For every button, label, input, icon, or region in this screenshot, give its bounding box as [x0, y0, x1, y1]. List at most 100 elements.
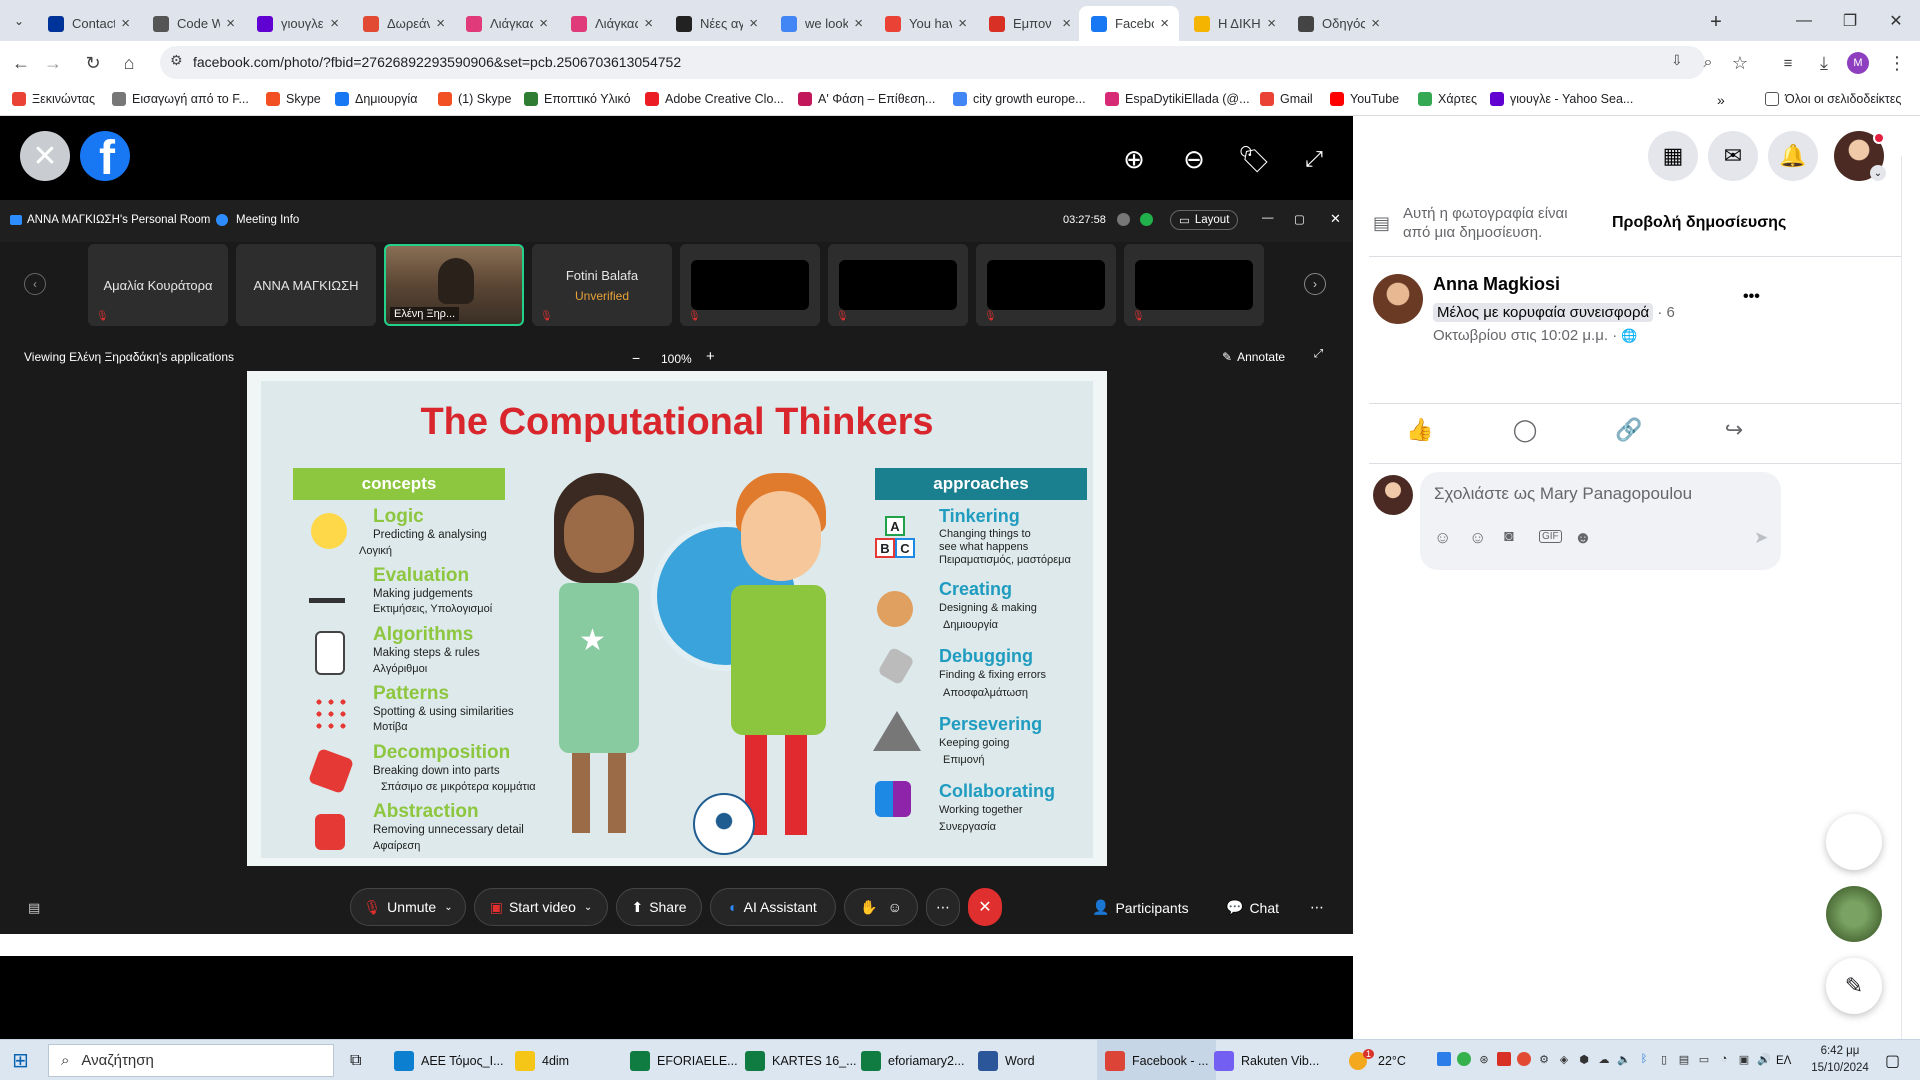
bookmark-item[interactable]: Εισαγωγή από το F...	[112, 92, 249, 106]
unmute-button[interactable]: 🎙 Unmute ⌄	[350, 888, 466, 926]
tab-close-icon[interactable]: ×	[121, 15, 130, 32]
tab-close-icon[interactable]: ×	[1160, 15, 1169, 32]
taskbar-app[interactable]: KARTES 16_...	[745, 1040, 857, 1080]
menu-grid-icon[interactable]: ▦	[1648, 131, 1698, 181]
browser-tab[interactable]: Εμπον ×	[977, 6, 1081, 41]
tab-search-button[interactable]: ⌄	[8, 10, 30, 32]
bookmark-item[interactable]: Α' Φάση – Επίθεση...	[798, 92, 935, 106]
url-text[interactable]: facebook.com/photo/?fbid=276268922935909…	[193, 54, 681, 70]
bookmark-item[interactable]: Adobe Creative Clo...	[645, 92, 784, 106]
zoom-in-share[interactable]: +	[706, 348, 715, 365]
annotate-button[interactable]: ✎ Annotate	[1222, 350, 1285, 364]
tray-icon[interactable]: ◈	[1557, 1052, 1571, 1066]
site-info-icon[interactable]: ⚙	[170, 52, 183, 69]
more-options-icon[interactable]: •••	[1743, 288, 1760, 306]
language-indicator[interactable]: ΕΛ	[1776, 1040, 1791, 1080]
bookmark-item[interactable]: Ξεκινώντας	[12, 92, 95, 106]
wifi-icon[interactable]: ◔	[1717, 1052, 1731, 1066]
zoom-minimize[interactable]: —	[1262, 212, 1274, 224]
bookmark-item[interactable]: (1) Skype	[438, 92, 512, 106]
browser-tab[interactable]: Λιάγκας: ×	[559, 6, 663, 41]
bookmark-item[interactable]: γιουγλε - Yahoo Sea...	[1490, 92, 1633, 106]
chat-panel-icon[interactable]: ▤	[28, 900, 40, 916]
tab-close-icon[interactable]: ×	[1267, 15, 1276, 32]
install-app-icon[interactable]: ⇩	[1671, 52, 1683, 69]
taskbar-app[interactable]: EFORIAELE...	[630, 1040, 738, 1080]
author-avatar[interactable]	[1373, 274, 1423, 324]
taskbar-app[interactable]: Rakuten Vib...	[1214, 1040, 1319, 1080]
bookmark-item[interactable]: city growth europe...	[953, 92, 1086, 106]
participant-tile[interactable]: Αμαλία Κουράτορα 🎙	[88, 244, 228, 326]
taskbar-app[interactable]: eforiamary2...	[861, 1040, 964, 1080]
start-button[interactable]: ⊞	[12, 1040, 29, 1080]
tray-icon[interactable]: ⬢	[1577, 1052, 1591, 1066]
like-icon[interactable]: 👍	[1405, 415, 1435, 445]
tray-icon[interactable]: ⚙	[1537, 1052, 1551, 1066]
browser-tab[interactable]: Contacts | ×	[36, 6, 140, 41]
profile-avatar[interactable]: M	[1847, 52, 1869, 74]
participant-tile[interactable]: 🎙	[680, 244, 820, 326]
tab-close-icon[interactable]: ×	[330, 15, 339, 32]
comment-box[interactable]: Σχολιάστε ως Mary Panagopoulou ☺ ☺ ◙ GIF…	[1420, 472, 1781, 570]
tab-close-icon[interactable]: ×	[1062, 15, 1071, 32]
back-icon[interactable]: ←	[8, 50, 34, 76]
clock[interactable]: 6:42 μμ 15/10/2024	[1800, 1043, 1880, 1077]
messenger-icon[interactable]: ✉	[1708, 131, 1758, 181]
bookmark-item[interactable]: EspaDytikiEllada (@...	[1105, 92, 1250, 106]
minimize-button[interactable]: —	[1781, 0, 1827, 41]
bookmark-item[interactable]: Gmail	[1260, 92, 1313, 106]
volume-icon[interactable]: 🔊	[1757, 1052, 1771, 1066]
notifications-icon[interactable]: 🔔	[1768, 131, 1818, 181]
zoom-icon[interactable]: ⌕	[1695, 50, 1721, 76]
close-window-button[interactable]: ✕	[1873, 0, 1919, 41]
network-icon[interactable]: ▣	[1737, 1052, 1751, 1066]
taskbar-app[interactable]: 4dim	[515, 1040, 569, 1080]
tray-icon[interactable]	[1457, 1052, 1471, 1066]
tray-icon[interactable]: ▤	[1677, 1052, 1691, 1066]
start-video-button[interactable]: ▣ Start video ⌄	[474, 888, 608, 926]
browser-tab[interactable]: You have b ×	[873, 6, 977, 41]
new-tab-button[interactable]: +	[1702, 8, 1730, 36]
avatar-sticker-icon[interactable]: ☺	[1434, 528, 1451, 548]
bookmark-item[interactable]: Skype	[266, 92, 321, 106]
tray-icon[interactable]	[1437, 1052, 1451, 1066]
link-icon[interactable]: 🔗	[1614, 415, 1644, 445]
media-icon[interactable]: ≡	[1775, 50, 1801, 76]
restore-button[interactable]: ❐	[1827, 0, 1873, 41]
bookmark-item[interactable]: YouTube	[1330, 92, 1399, 106]
chat-head[interactable]	[1826, 814, 1882, 870]
tab-close-icon[interactable]: ×	[854, 15, 863, 32]
participant-tile[interactable]: Fotini Balafa Unverified 🎙	[532, 244, 672, 326]
tray-icon[interactable]: ▭	[1697, 1052, 1711, 1066]
ai-assistant-button[interactable]: ◐ AI Assistant	[710, 888, 836, 926]
participant-tile[interactable]: 🎙	[976, 244, 1116, 326]
taskbar-app[interactable]: Facebook - ...	[1097, 1040, 1217, 1080]
browser-tab[interactable]: Δωρεάν ε ×	[351, 6, 455, 41]
participant-tile[interactable]: ΑΝΝΑ ΜΑΓΚΙΩΣΗ	[236, 244, 376, 326]
taskbar-app[interactable]: ΑΕΕ Τόμος_Ι...	[394, 1040, 504, 1080]
participant-tile[interactable]: 🎙	[1124, 244, 1264, 326]
camera-icon[interactable]: ◙	[1504, 528, 1514, 546]
more-button[interactable]: ⋯	[926, 888, 960, 926]
zoom-maximize[interactable]: ▢	[1294, 212, 1305, 226]
address-bar[interactable]: ⚙ facebook.com/photo/?fbid=2762689229359…	[160, 46, 1705, 79]
home-icon[interactable]: ⌂	[116, 50, 142, 76]
share-icon[interactable]: ↪	[1719, 415, 1749, 445]
close-photo-button[interactable]: ✕	[20, 131, 70, 181]
participant-tile[interactable]: 🎙	[828, 244, 968, 326]
send-icon[interactable]: ➤	[1754, 528, 1768, 548]
chat-head[interactable]	[1826, 886, 1882, 942]
battery-icon[interactable]: ▯	[1657, 1052, 1671, 1066]
tab-close-icon[interactable]: ×	[436, 15, 445, 32]
tab-close-icon[interactable]: ×	[958, 15, 967, 32]
browser-tab[interactable]: Λιάγκας: ×	[454, 6, 558, 41]
participants-button[interactable]: 👤 Participants	[1092, 899, 1189, 916]
speaker-icon[interactable]: 🔈	[1617, 1052, 1631, 1066]
gif-icon[interactable]: GIF	[1539, 530, 1562, 543]
downloads-icon[interactable]: ⤓	[1811, 50, 1837, 76]
view-post-link[interactable]: Προβολή δημοσίευσης	[1612, 214, 1786, 232]
browser-tab[interactable]: Facebook ×	[1079, 6, 1179, 41]
tag-icon[interactable]: 🏷	[1238, 143, 1271, 175]
account-chevron-icon[interactable]: ⌄	[1870, 165, 1886, 181]
reload-icon[interactable]: ↻	[80, 50, 106, 76]
